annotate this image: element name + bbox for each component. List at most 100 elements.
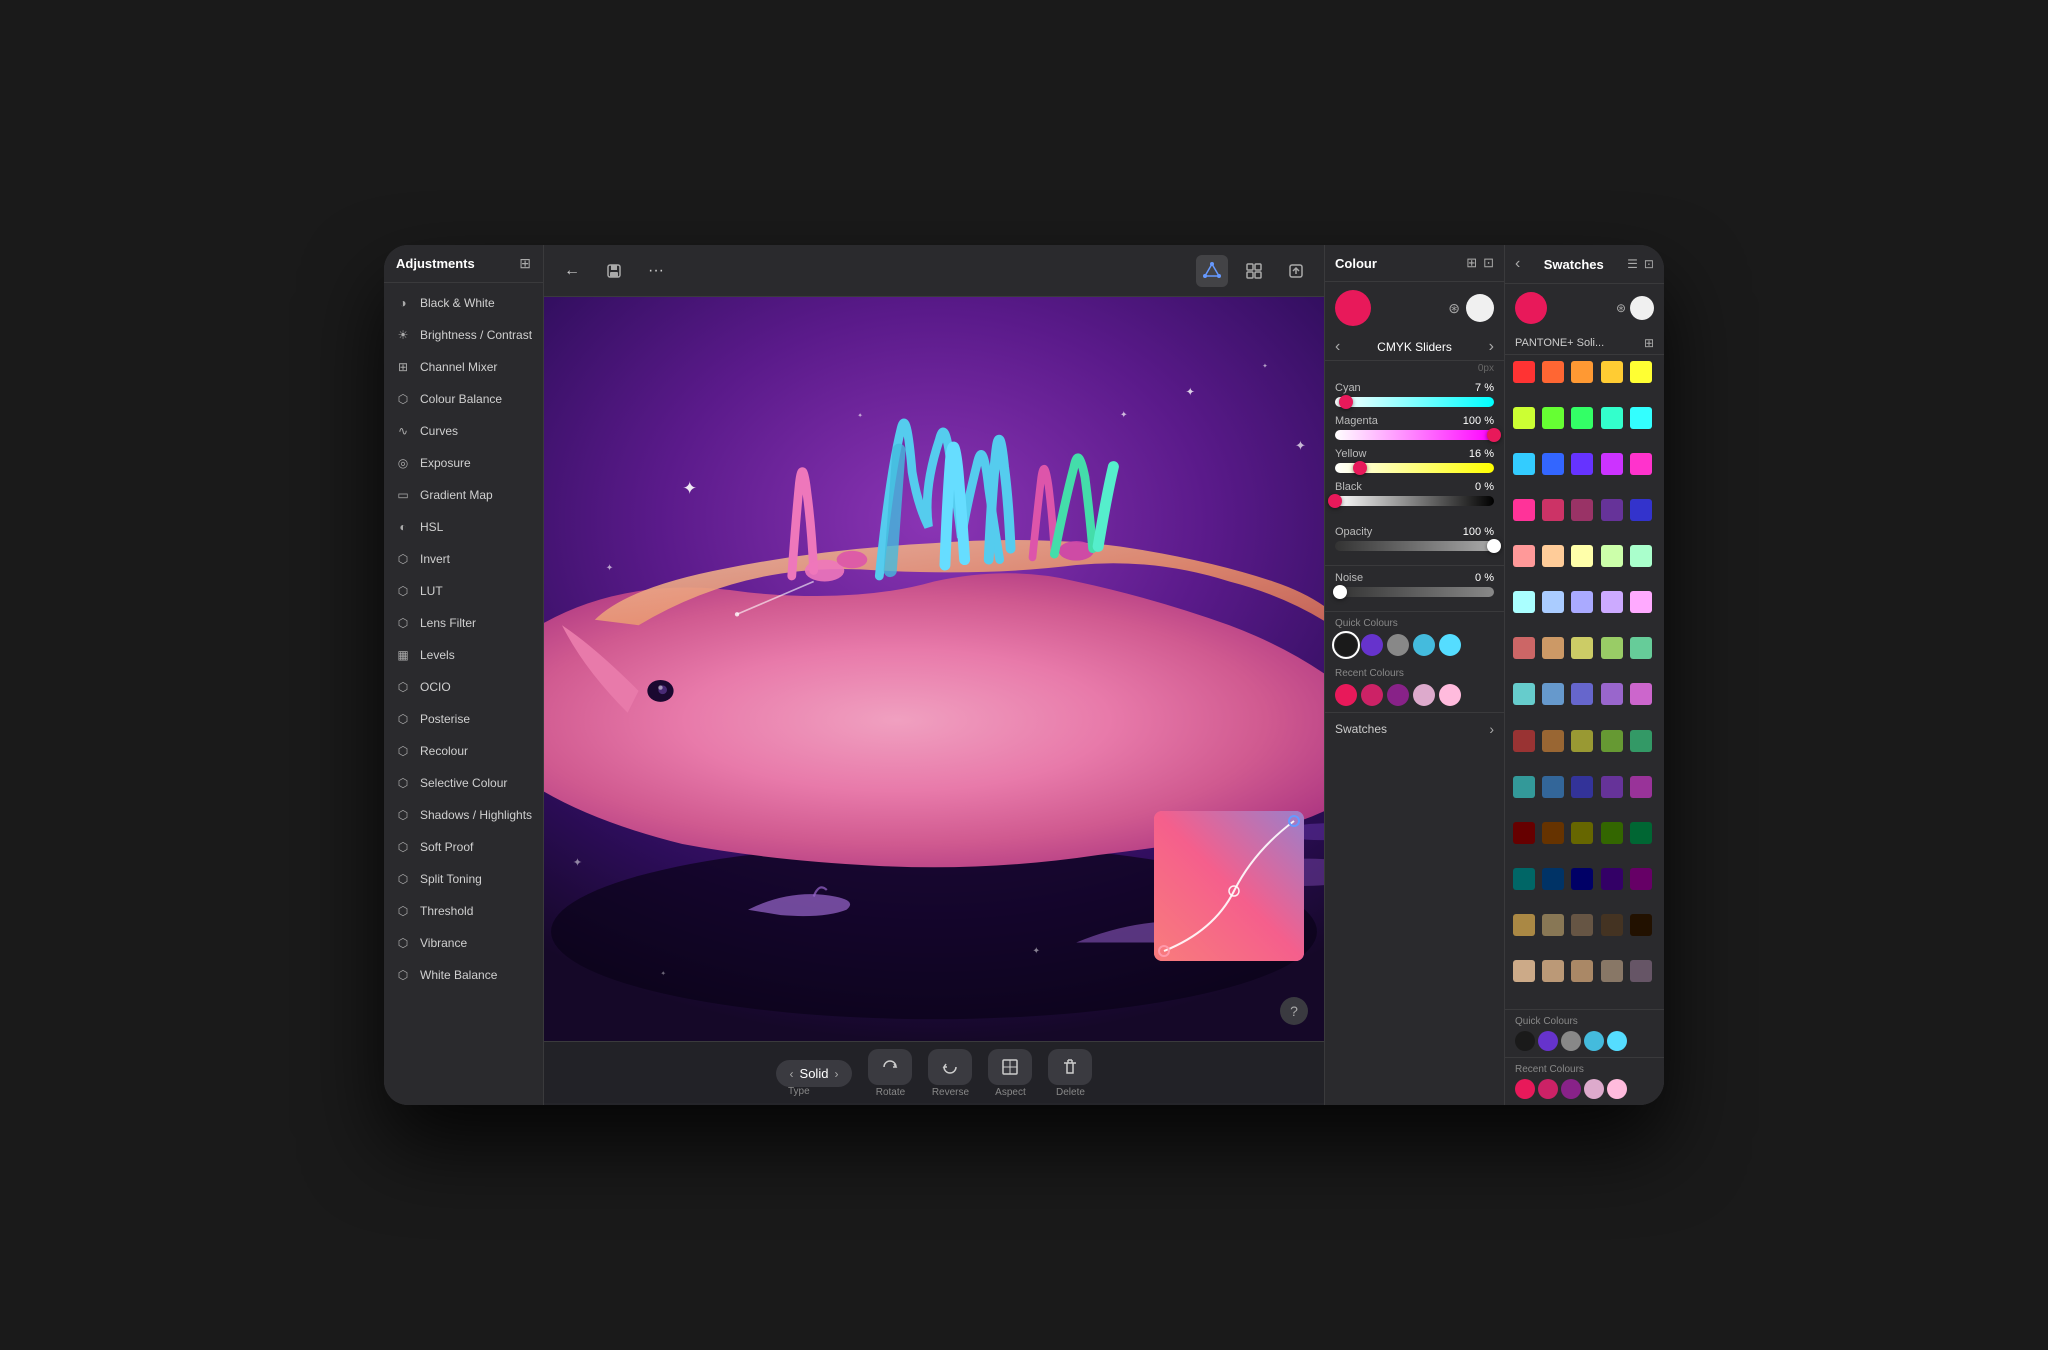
swatch-cell-3[interactable] <box>1601 361 1623 383</box>
swatch-cell-53[interactable] <box>1601 822 1623 844</box>
swatch-cell-43[interactable] <box>1601 730 1623 752</box>
quick-colour-1[interactable] <box>1361 634 1383 656</box>
swatch-cell-59[interactable] <box>1630 868 1652 890</box>
sw-recent-colour-4[interactable] <box>1607 1079 1627 1099</box>
swatch-cell-30[interactable] <box>1513 637 1535 659</box>
sw-quick-colour-0[interactable] <box>1515 1031 1535 1051</box>
adj-item-colour-balance[interactable]: ⬡ Colour Balance <box>384 383 543 415</box>
recent-colour-3[interactable] <box>1413 684 1435 706</box>
swatch-cell-13[interactable] <box>1601 453 1623 475</box>
swatch-cell-19[interactable] <box>1630 499 1652 521</box>
swatch-cell-8[interactable] <box>1601 407 1623 429</box>
swatch-cell-28[interactable] <box>1601 591 1623 613</box>
adj-item-brightness--contrast[interactable]: ☀ Brightness / Contrast <box>384 319 543 351</box>
swatch-cell-45[interactable] <box>1513 776 1535 798</box>
swatch-cell-41[interactable] <box>1542 730 1564 752</box>
colour-detach-icon[interactable]: ⊡ <box>1483 255 1494 271</box>
secondary-colour-swatch[interactable] <box>1466 294 1494 322</box>
adj-item-split-toning[interactable]: ⬡ Split Toning <box>384 863 543 895</box>
swatch-cell-65[interactable] <box>1513 960 1535 982</box>
sw-recent-colour-0[interactable] <box>1515 1079 1535 1099</box>
slider-track-3[interactable] <box>1335 496 1494 506</box>
swatch-cell-11[interactable] <box>1542 453 1564 475</box>
swatch-cell-34[interactable] <box>1630 637 1652 659</box>
recent-colour-1[interactable] <box>1361 684 1383 706</box>
swatch-cell-55[interactable] <box>1513 868 1535 890</box>
primary-colour-swatch[interactable] <box>1335 290 1371 326</box>
swatch-cell-62[interactable] <box>1571 914 1593 936</box>
swatch-cell-37[interactable] <box>1571 683 1593 705</box>
swatches-list-icon[interactable]: ☰ <box>1627 257 1638 271</box>
slider-thumb-0[interactable] <box>1339 395 1353 409</box>
canvas-container[interactable]: ↖ ✦ ✎ ✏ ⬡ ⊡ A ⊛ ✕ ↺ 🗑 <box>544 297 1324 1041</box>
recent-colour-2[interactable] <box>1387 684 1409 706</box>
vector-button[interactable] <box>1196 255 1228 287</box>
swatch-cell-33[interactable] <box>1601 637 1623 659</box>
swatch-cell-39[interactable] <box>1630 683 1652 705</box>
adj-item-soft-proof[interactable]: ⬡ Soft Proof <box>384 831 543 863</box>
swatch-cell-18[interactable] <box>1601 499 1623 521</box>
type-prev-arrow[interactable]: ‹ <box>790 1067 794 1081</box>
delete-button[interactable] <box>1048 1049 1092 1085</box>
reverse-button[interactable] <box>928 1049 972 1085</box>
swatch-cell-31[interactable] <box>1542 637 1564 659</box>
swatch-cell-68[interactable] <box>1601 960 1623 982</box>
adj-item-posterise[interactable]: ⬡ Posterise <box>384 703 543 735</box>
swatch-cell-38[interactable] <box>1601 683 1623 705</box>
swatch-cell-1[interactable] <box>1542 361 1564 383</box>
swatch-cell-60[interactable] <box>1513 914 1535 936</box>
sw-quick-colour-1[interactable] <box>1538 1031 1558 1051</box>
sw-quick-colour-4[interactable] <box>1607 1031 1627 1051</box>
adj-item-invert[interactable]: ⬡ Invert <box>384 543 543 575</box>
cmyk-next-arrow[interactable]: › <box>1489 338 1494 356</box>
swatch-cell-2[interactable] <box>1571 361 1593 383</box>
swatch-cell-36[interactable] <box>1542 683 1564 705</box>
sw-quick-colour-2[interactable] <box>1561 1031 1581 1051</box>
swatch-cell-24[interactable] <box>1630 545 1652 567</box>
swatch-cell-6[interactable] <box>1542 407 1564 429</box>
noise-track[interactable] <box>1335 587 1494 597</box>
adj-item-threshold[interactable]: ⬡ Threshold <box>384 895 543 927</box>
quick-colour-3[interactable] <box>1413 634 1435 656</box>
swatch-cell-29[interactable] <box>1630 591 1652 613</box>
swatch-cell-49[interactable] <box>1630 776 1652 798</box>
swatch-cell-5[interactable] <box>1513 407 1535 429</box>
swatch-cell-0[interactable] <box>1513 361 1535 383</box>
swatch-cell-26[interactable] <box>1542 591 1564 613</box>
swatch-cell-14[interactable] <box>1630 453 1652 475</box>
swatch-cell-22[interactable] <box>1571 545 1593 567</box>
swatch-cell-52[interactable] <box>1571 822 1593 844</box>
swatch-cell-9[interactable] <box>1630 407 1652 429</box>
recent-colour-0[interactable] <box>1335 684 1357 706</box>
sw-recent-colour-2[interactable] <box>1561 1079 1581 1099</box>
swatch-cell-51[interactable] <box>1542 822 1564 844</box>
swatch-cell-48[interactable] <box>1601 776 1623 798</box>
back-button[interactable]: ← <box>556 255 588 287</box>
swatch-cell-16[interactable] <box>1542 499 1564 521</box>
export-button[interactable] <box>1280 255 1312 287</box>
swatch-cell-64[interactable] <box>1630 914 1652 936</box>
opacity-track[interactable] <box>1335 541 1494 551</box>
swatch-cell-61[interactable] <box>1542 914 1564 936</box>
sw-recent-colour-1[interactable] <box>1538 1079 1558 1099</box>
swatches-link-arrow-icon[interactable]: › <box>1489 721 1494 737</box>
gradient-thumbnail[interactable] <box>1154 811 1304 961</box>
sw-quick-colour-3[interactable] <box>1584 1031 1604 1051</box>
swatches-secondary-swatch[interactable] <box>1630 296 1654 320</box>
swatch-cell-58[interactable] <box>1601 868 1623 890</box>
slider-track-1[interactable] <box>1335 430 1494 440</box>
swatch-cell-35[interactable] <box>1513 683 1535 705</box>
noise-thumb[interactable] <box>1333 585 1347 599</box>
swatch-cell-12[interactable] <box>1571 453 1593 475</box>
swatch-cell-25[interactable] <box>1513 591 1535 613</box>
type-selector[interactable]: ‹ Solid › <box>776 1060 853 1087</box>
swatch-cell-63[interactable] <box>1601 914 1623 936</box>
swatch-cell-27[interactable] <box>1571 591 1593 613</box>
cmyk-prev-arrow[interactable]: ‹ <box>1335 338 1340 356</box>
swatch-cell-44[interactable] <box>1630 730 1652 752</box>
swatches-back-button[interactable]: ‹ <box>1515 255 1520 273</box>
adj-item-ocio[interactable]: ⬡ OCIO <box>384 671 543 703</box>
swatch-cell-23[interactable] <box>1601 545 1623 567</box>
adj-item-levels[interactable]: ▦ Levels <box>384 639 543 671</box>
adj-item-hsl[interactable]: ◐ HSL <box>384 511 543 543</box>
